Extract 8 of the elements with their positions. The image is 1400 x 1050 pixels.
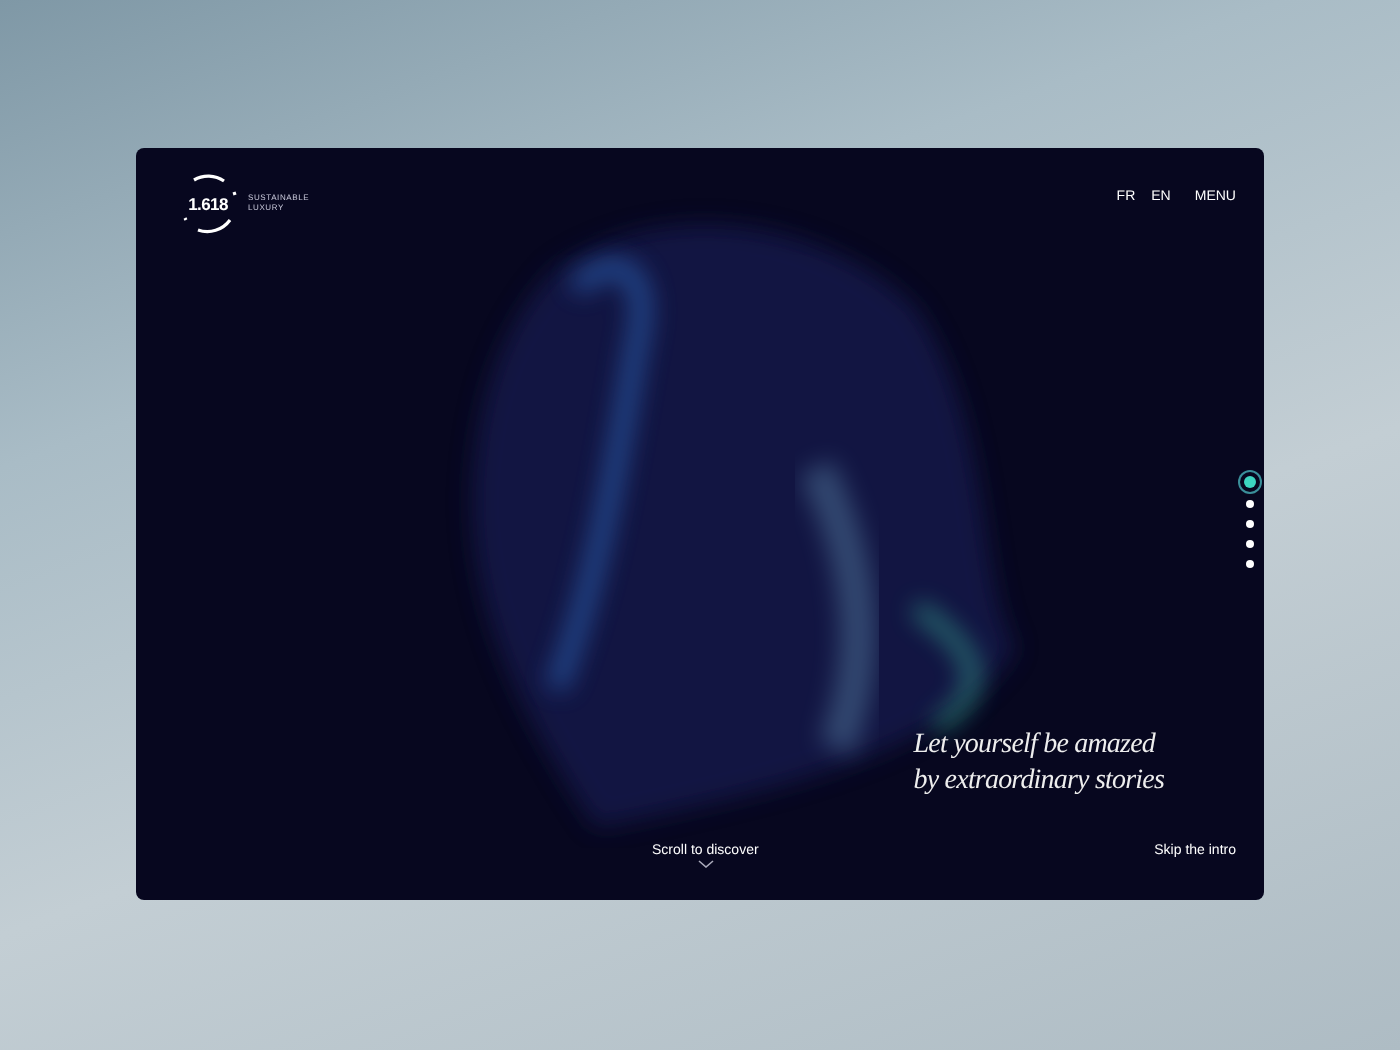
slide-dot[interactable] bbox=[1246, 520, 1254, 528]
headline: Let yourself be amazed by extraordinary stories bbox=[913, 728, 1164, 800]
chevron-down-icon bbox=[697, 860, 714, 868]
slide-dot[interactable] bbox=[1246, 560, 1254, 568]
slide-dot[interactable] bbox=[1244, 476, 1256, 488]
logo-number: 1.618 bbox=[188, 194, 228, 214]
slide-dot[interactable] bbox=[1246, 540, 1254, 548]
slide-dot[interactable] bbox=[1246, 500, 1254, 508]
